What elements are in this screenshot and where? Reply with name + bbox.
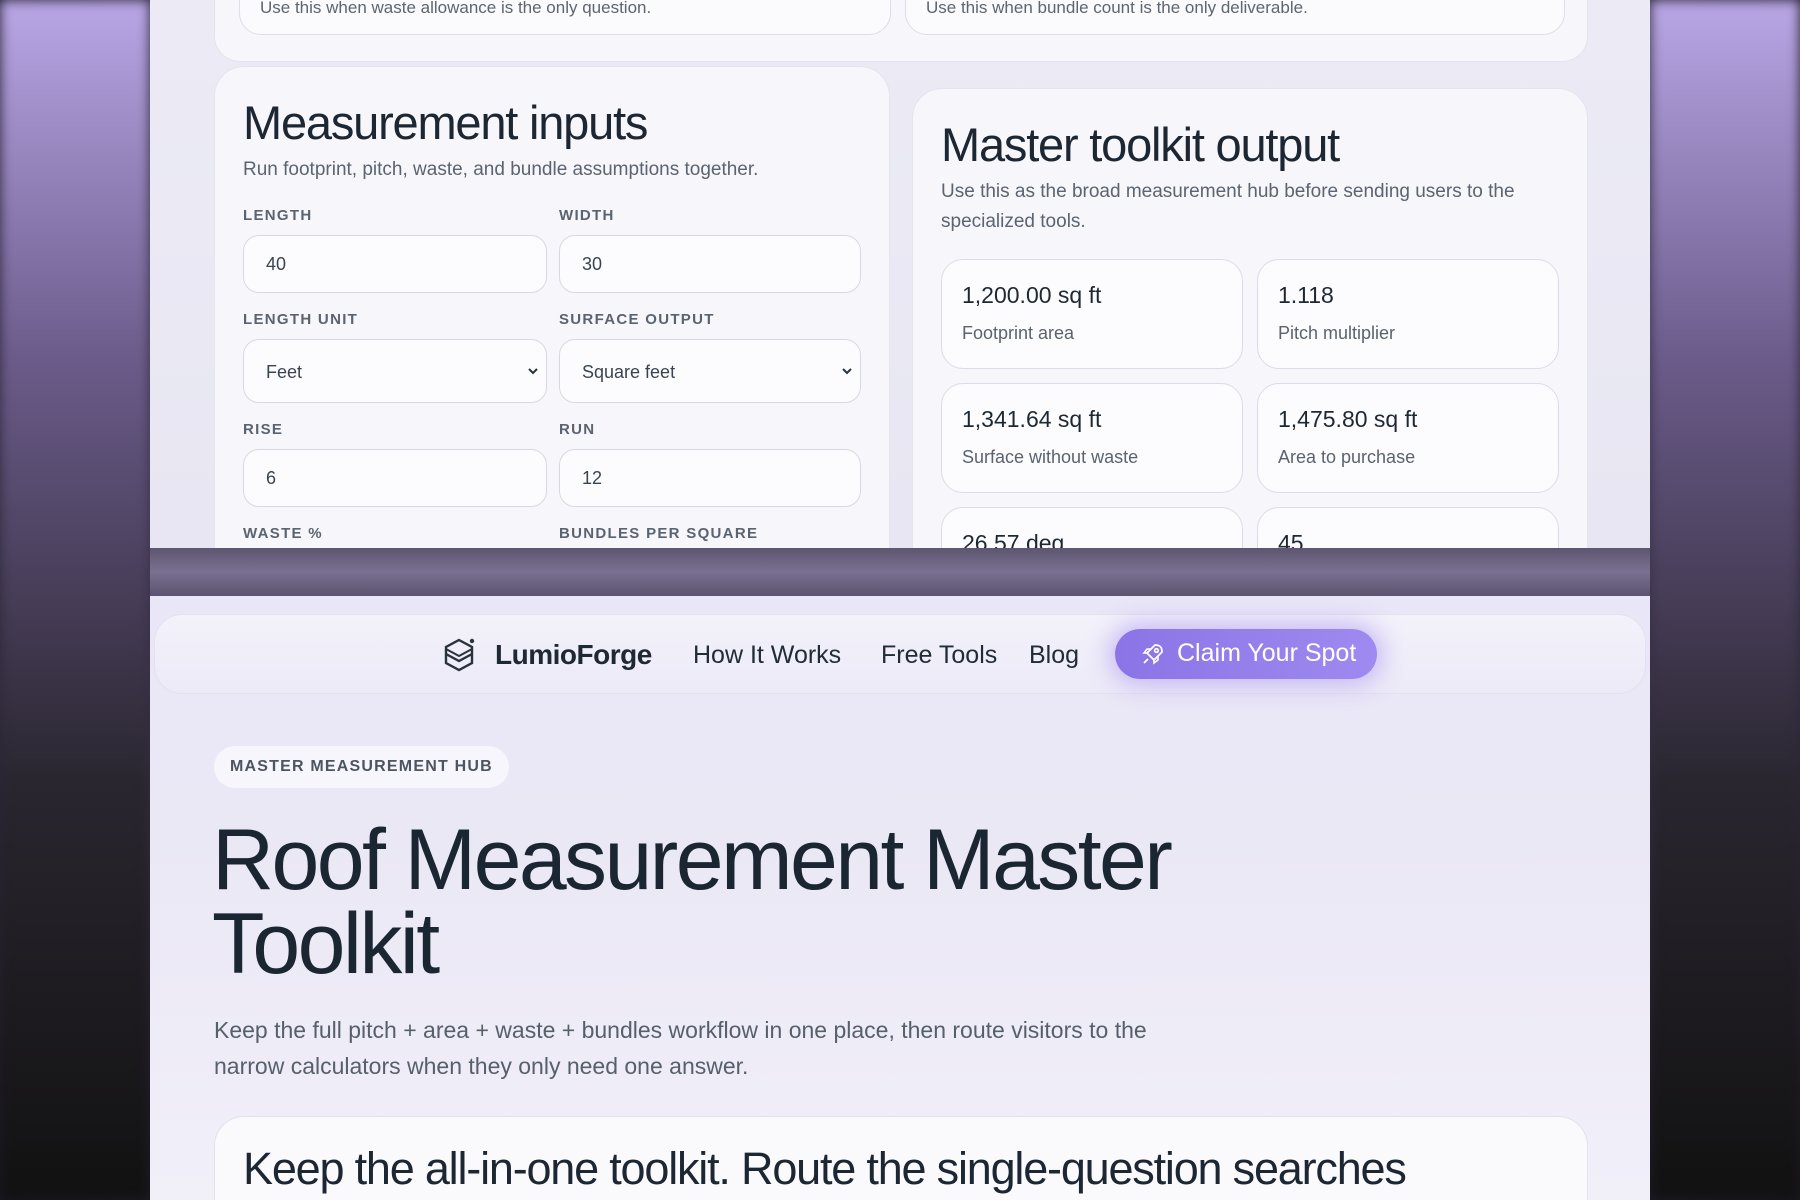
- length-unit-select[interactable]: Feet: [243, 339, 547, 403]
- surface-output-value: Square feet: [582, 362, 676, 382]
- stat-value: 26.57 deg: [962, 530, 1065, 548]
- stat-value: 1,200.00 sq ft: [962, 282, 1102, 308]
- toolkit-screenshot-bottom: LumioForge How It Works Free Tools Blog …: [150, 596, 1650, 1200]
- toolkit-screenshot-top: Use this when waste allowance is the onl…: [150, 0, 1650, 548]
- brand-name[interactable]: LumioForge: [495, 639, 652, 671]
- tool-card-text: Use this when waste allowance is the onl…: [260, 0, 652, 17]
- toolkit-output-panel: Master toolkit output Use this as the br…: [912, 88, 1588, 548]
- related-tools-panel: Use this when waste allowance is the onl…: [214, 0, 1588, 62]
- length-unit-label: LENGTH UNIT: [243, 311, 359, 328]
- stat-area-to-purchase: 1,475.80 sq ft Area to purchase: [1257, 383, 1559, 493]
- length-label: LENGTH: [243, 207, 313, 224]
- screenshot-divider: [150, 548, 1650, 596]
- stat-footprint-area: 1,200.00 sq ft Footprint area: [941, 259, 1243, 369]
- stat-label: Footprint area: [962, 323, 1075, 343]
- stat-surface-without-waste: 1,341.64 sq ft Surface without waste: [941, 383, 1243, 493]
- measurement-inputs-panel: Measurement inputs Run footprint, pitch,…: [214, 66, 890, 548]
- stat-pitch-multiplier: 1.118 Pitch multiplier: [1257, 259, 1559, 369]
- background-glow-left: [0, 0, 150, 1200]
- page-title: Roof Measurement Master Toolkit: [212, 812, 1312, 992]
- width-label: WIDTH: [559, 207, 615, 224]
- nav-free-tools[interactable]: Free Tools: [881, 641, 997, 670]
- background-glow-right: [1650, 0, 1800, 1200]
- stat-label: Pitch multiplier: [1278, 323, 1396, 343]
- rise-input[interactable]: 6: [243, 449, 547, 507]
- stat-value: 45: [1278, 530, 1304, 548]
- tool-card-text: Use this when bundle count is the only d…: [926, 0, 1308, 17]
- stat-value: 1,341.64 sq ft: [962, 406, 1102, 432]
- bundle-tool-card[interactable]: Use this when bundle count is the only d…: [905, 0, 1565, 35]
- page-title-line-1: Roof Measurement Master: [212, 812, 1173, 908]
- stat-bundles: 45: [1257, 507, 1559, 548]
- stat-value: 1.118: [1278, 282, 1334, 308]
- width-input[interactable]: 30: [559, 235, 861, 293]
- claim-spot-button[interactable]: Claim Your Spot: [1115, 629, 1377, 679]
- stat-label: Area to purchase: [1278, 447, 1416, 467]
- waste-tool-card[interactable]: Use this when waste allowance is the onl…: [239, 0, 891, 35]
- output-subtitle: Use this as the broad measurement hub be…: [941, 181, 1515, 232]
- length-input[interactable]: 40: [243, 235, 547, 293]
- logo-icon[interactable]: [441, 637, 477, 673]
- routing-heading: Keep the all-in-one toolkit. Route the s…: [243, 1143, 1407, 1194]
- rocket-icon: [1142, 644, 1163, 665]
- page-title-line-2: Toolkit: [212, 896, 440, 992]
- chevron-down-icon: [842, 368, 852, 375]
- stat-value: 1,475.80 sq ft: [1278, 406, 1418, 432]
- chevron-down-icon: [528, 368, 538, 375]
- output-title: Master toolkit output: [941, 118, 1340, 171]
- bundles-label: BUNDLES PER SQUARE: [559, 525, 759, 542]
- hero-description: Keep the full pitch + area + waste + bun…: [214, 1017, 1147, 1079]
- routing-card: Keep the all-in-one toolkit. Route the s…: [214, 1116, 1588, 1200]
- waste-label: WASTE %: [243, 525, 323, 542]
- stat-roof-angle: 26.57 deg: [941, 507, 1243, 548]
- run-input[interactable]: 12: [559, 449, 861, 507]
- rise-label: RISE: [243, 421, 284, 438]
- eyebrow-badge: MASTER MEASUREMENT HUB: [214, 746, 509, 788]
- top-navigation: LumioForge How It Works Free Tools Blog …: [154, 614, 1646, 694]
- stat-label: Surface without waste: [962, 447, 1139, 467]
- nav-how-it-works[interactable]: How It Works: [693, 641, 841, 670]
- inputs-subtitle: Run footprint, pitch, waste, and bundle …: [243, 159, 759, 180]
- length-unit-value: Feet: [266, 362, 303, 382]
- surface-output-select[interactable]: Square feet: [559, 339, 861, 403]
- surface-output-label: SURFACE OUTPUT: [559, 311, 715, 328]
- cta-label: Claim Your Spot: [1177, 639, 1357, 667]
- inputs-title: Measurement inputs: [243, 96, 648, 149]
- run-label: RUN: [559, 421, 596, 438]
- nav-blog[interactable]: Blog: [1029, 641, 1079, 670]
